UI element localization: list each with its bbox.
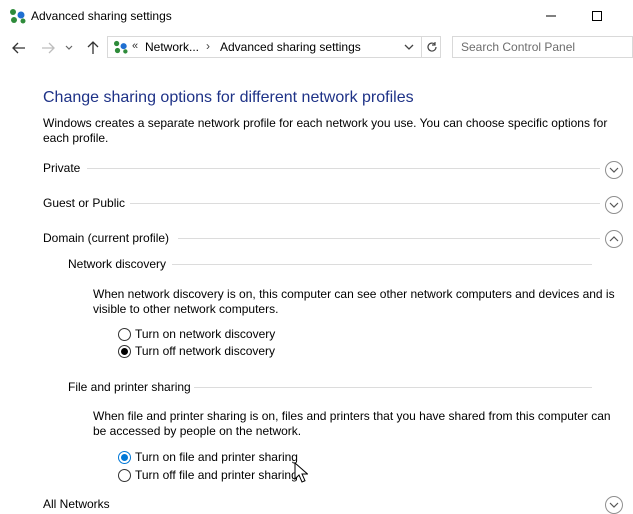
radio-button[interactable] <box>118 450 131 464</box>
address-bar[interactable]: « Network... › Advanced sharing settings <box>107 36 441 58</box>
breadcrumb-advanced-sharing[interactable]: Advanced sharing settings <box>220 40 361 54</box>
chevron-down-icon <box>609 502 619 508</box>
up-button[interactable] <box>82 38 104 58</box>
back-button[interactable] <box>8 38 30 58</box>
window-title: Advanced sharing settings <box>31 9 172 23</box>
page-title: Change sharing options for different net… <box>43 89 414 106</box>
expand-private-button[interactable] <box>605 161 623 179</box>
network-discovery-title: Network discovery <box>68 257 167 271</box>
title-bar: Advanced sharing settings <box>0 0 633 32</box>
radio-button[interactable] <box>118 468 131 482</box>
network-discovery-on-option[interactable]: Turn on network discovery <box>118 326 275 342</box>
breadcrumb-overflow[interactable]: « <box>132 40 138 52</box>
divider <box>194 387 592 388</box>
profile-all-networks-label[interactable]: All Networks <box>43 497 110 511</box>
recent-locations-button[interactable] <box>62 38 76 58</box>
profile-guest-label[interactable]: Guest or Public <box>43 196 125 210</box>
file-sharing-description: When file and printer sharing is on, fil… <box>93 409 611 438</box>
file-sharing-title: File and printer sharing <box>68 380 191 394</box>
radio-label[interactable]: Turn on file and printer sharing <box>135 450 298 464</box>
arrow-left-icon <box>12 42 25 54</box>
chevron-down-icon <box>609 202 619 208</box>
divider <box>178 238 600 239</box>
refresh-icon <box>427 42 437 52</box>
maximize-button[interactable] <box>574 0 620 32</box>
network-discovery-off-option[interactable]: Turn off network discovery <box>118 343 275 359</box>
divider <box>172 264 592 265</box>
chevron-up-icon <box>609 236 619 242</box>
search-placeholder: Search Control Panel <box>461 40 576 54</box>
profile-private-label[interactable]: Private <box>43 161 80 175</box>
maximize-icon <box>592 11 602 21</box>
radio-button[interactable] <box>118 327 131 341</box>
chevron-down-icon[interactable] <box>403 41 415 53</box>
arrow-right-icon <box>42 42 55 54</box>
profile-domain-label[interactable]: Domain (current profile) <box>43 231 169 245</box>
network-discovery-description: When network discovery is on, this compu… <box>93 287 615 316</box>
network-sharing-icon <box>10 9 26 24</box>
radio-button[interactable] <box>118 344 131 358</box>
mouse-cursor-icon <box>294 462 308 483</box>
expand-all-networks-button[interactable] <box>605 496 623 514</box>
page-description: Windows creates a separate network profi… <box>43 116 608 145</box>
divider <box>130 203 600 204</box>
arrow-up-icon <box>87 41 99 54</box>
collapse-domain-button[interactable] <box>605 230 623 248</box>
network-sharing-icon <box>114 40 128 54</box>
navigation-bar: « Network... › Advanced sharing settings… <box>0 32 633 64</box>
chevron-down-icon <box>65 45 73 50</box>
radio-label[interactable]: Turn off network discovery <box>135 344 275 358</box>
forward-button[interactable] <box>37 38 59 58</box>
radio-label[interactable]: Turn on network discovery <box>135 327 275 341</box>
chevron-down-icon <box>609 167 619 173</box>
file-sharing-on-option[interactable]: Turn on file and printer sharing <box>118 449 298 465</box>
refresh-button[interactable] <box>421 37 442 57</box>
breadcrumb-network[interactable]: Network... <box>145 40 199 54</box>
breadcrumb-separator[interactable]: › <box>206 39 210 53</box>
divider <box>87 168 600 169</box>
radio-label[interactable]: Turn off file and printer sharing <box>135 468 298 482</box>
search-input[interactable]: Search Control Panel <box>452 36 633 58</box>
minimize-icon <box>546 15 556 17</box>
expand-guest-button[interactable] <box>605 196 623 214</box>
minimize-button[interactable] <box>528 0 574 32</box>
file-sharing-off-option[interactable]: Turn off file and printer sharing <box>118 467 298 483</box>
